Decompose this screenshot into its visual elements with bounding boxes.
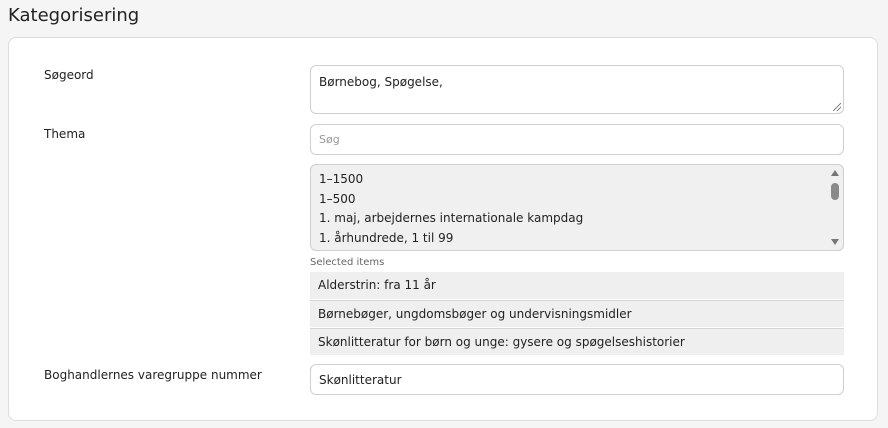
scroll-up-arrow-icon[interactable] (831, 170, 839, 176)
resize-handle-icon[interactable] (833, 103, 841, 111)
selected-item[interactable]: Skønlitteratur for børn og unge: gysere … (310, 328, 844, 355)
sogeord-value: Børnebog, Spøgelse, (319, 75, 443, 89)
varegruppe-input[interactable]: Skønlitteratur (310, 364, 844, 395)
thema-options-listbox[interactable]: 1–1500 1–500 1. maj, arbejdernes interna… (310, 164, 844, 251)
scrollbar-thumb[interactable] (831, 183, 839, 200)
sogeord-label: Søgeord (44, 68, 94, 82)
listbox-scrollbar[interactable] (828, 166, 842, 249)
selected-item[interactable]: Alderstrin: fra 11 år (310, 272, 844, 299)
thema-option[interactable]: 1. maj, arbejdernes internationale kampd… (319, 209, 835, 229)
sogeord-textarea[interactable]: Børnebog, Spøgelse, (310, 65, 844, 114)
thema-option[interactable]: 1–1500 (319, 170, 835, 190)
varegruppe-value: Skønlitteratur (319, 373, 402, 387)
selected-item[interactable]: Børnebøger, ungdomsbøger og undervisning… (310, 300, 844, 327)
thema-search-input[interactable]: Søg (310, 124, 844, 155)
thema-option[interactable]: 1–500 (319, 190, 835, 210)
thema-search-placeholder: Søg (319, 133, 340, 146)
selected-items-caption: Selected items (310, 257, 385, 268)
thema-label: Thema (44, 127, 86, 141)
scroll-down-arrow-icon[interactable] (831, 239, 839, 245)
thema-option[interactable]: 1. århundrede, 1 til 99 (319, 229, 835, 249)
section-title: Kategorisering (8, 5, 140, 26)
varegruppe-label: Boghandlernes varegruppe nummer (44, 368, 262, 382)
